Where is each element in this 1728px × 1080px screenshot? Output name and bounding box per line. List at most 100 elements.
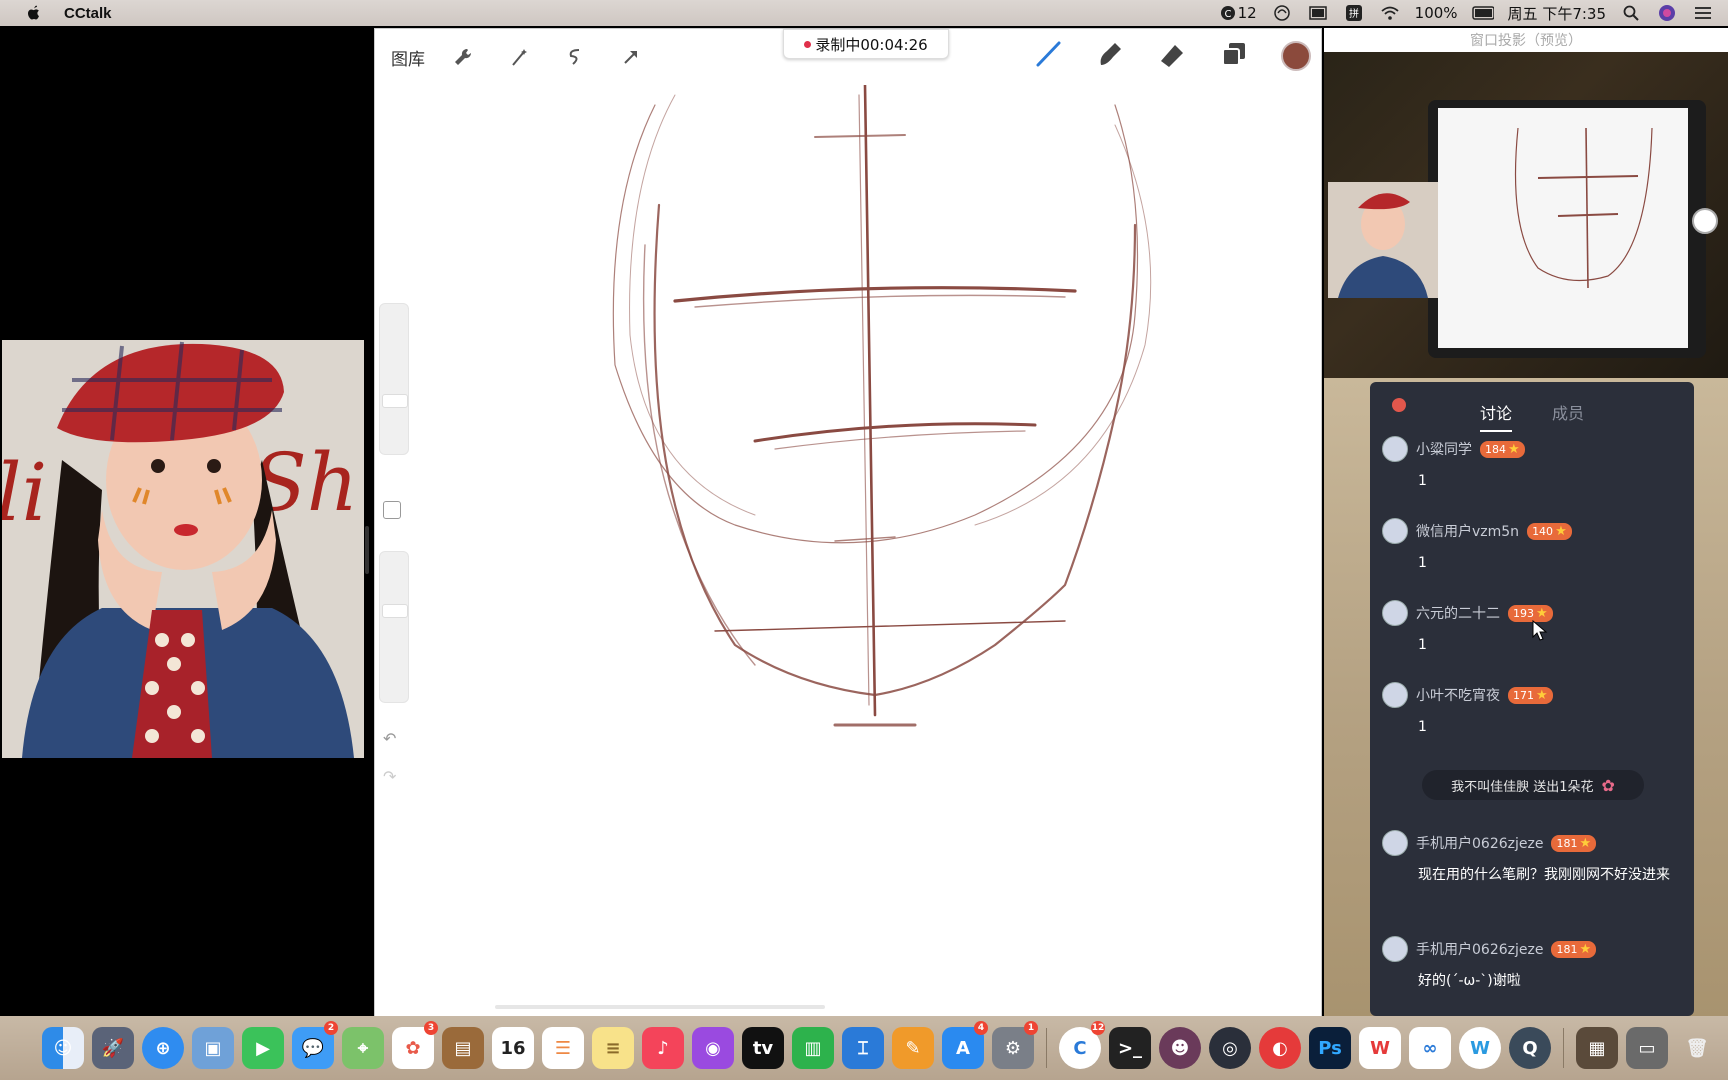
notebook-icon[interactable]: ▤ xyxy=(442,1027,484,1069)
gift-notification: 我不叫佳佳腴 送出1朵花 ✿ xyxy=(1422,770,1644,800)
wrench-icon[interactable] xyxy=(445,39,481,75)
baidu-netdisk-icon[interactable]: ∞ xyxy=(1409,1027,1451,1069)
preview-slider-knob[interactable] xyxy=(1692,208,1718,234)
finder-icon[interactable]: ☺ xyxy=(42,1027,84,1069)
cctalk-icon[interactable]: C 12 xyxy=(1059,1021,1105,1069)
podcasts-icon[interactable]: ◉ xyxy=(692,1027,734,1069)
safari-icon[interactable]: ⊕ xyxy=(142,1027,184,1069)
user-name[interactable]: 六元的二十二 xyxy=(1416,603,1500,623)
procreate-canvas-window: 图库 录制中00:04:26 ↶ ↷ xyxy=(374,28,1322,1018)
user-avatar[interactable] xyxy=(1382,518,1408,544)
obs-icon[interactable]: ◎ xyxy=(1209,1027,1251,1069)
preview-ipad xyxy=(1428,100,1706,358)
layers-icon[interactable] xyxy=(1219,39,1249,73)
downloads-folder-icon[interactable]: ▦ xyxy=(1576,1027,1618,1069)
level-badge: 181 ★ xyxy=(1551,940,1597,958)
tab-members[interactable]: 成员 xyxy=(1552,400,1584,424)
user-name[interactable]: 小叶不吃宵夜 xyxy=(1416,685,1500,705)
preview-reference-photo xyxy=(1328,182,1438,298)
message-text: 1 xyxy=(1418,719,1427,735)
trash-icon[interactable]: 🗑 xyxy=(1676,1027,1718,1069)
window-projection-preview xyxy=(1324,52,1728,378)
photos-icon[interactable]: ✿ 3 xyxy=(392,1021,438,1069)
user-avatar[interactable] xyxy=(1382,600,1408,626)
recording-timer-badge[interactable]: 录制中00:04:26 xyxy=(783,29,949,59)
spotlight-search-icon[interactable] xyxy=(1620,4,1642,22)
gallery-button[interactable]: 图库 xyxy=(391,45,425,70)
notes-icon[interactable]: ≡ xyxy=(592,1027,634,1069)
user-avatar[interactable] xyxy=(1382,682,1408,708)
numbers-icon[interactable]: ▥ xyxy=(792,1027,834,1069)
sync-icon[interactable] xyxy=(1271,4,1293,22)
messages-icon[interactable]: 💬 2 xyxy=(292,1021,338,1069)
flower-icon: ✿ xyxy=(1601,775,1615,795)
tab-discussion[interactable]: 讨论 xyxy=(1479,400,1513,432)
user-avatar[interactable] xyxy=(1382,830,1408,856)
wps-icon[interactable]: W xyxy=(1359,1027,1401,1069)
pages-icon[interactable]: ✎ xyxy=(892,1027,934,1069)
apple-tv-icon[interactable]: tv xyxy=(742,1027,784,1069)
preview-app-icon[interactable]: ▣ xyxy=(192,1027,234,1069)
user-name[interactable]: 小粱同学 xyxy=(1416,439,1472,459)
screenshots-folder-icon[interactable]: ▭ xyxy=(1626,1027,1668,1069)
star-icon: ★ xyxy=(1579,835,1592,851)
word-app-icon[interactable]: W xyxy=(1459,1027,1501,1069)
maps-icon[interactable]: ⌖ xyxy=(342,1027,384,1069)
camera-panel: li Sh xyxy=(0,26,372,1016)
input-method-icon[interactable]: 拼 xyxy=(1343,4,1365,22)
appstore-badge: 4 xyxy=(974,1021,988,1035)
reference-photo: li Sh xyxy=(2,340,364,758)
launchpad-icon[interactable]: 🚀 xyxy=(92,1027,134,1069)
facetime-icon[interactable]: ▶ xyxy=(242,1027,284,1069)
message-text: 现在用的什么笔刷？我刚刚网不好没进来 xyxy=(1418,867,1670,883)
window-projection-title: 窗口投影（预览） xyxy=(1324,28,1728,52)
dock-separator xyxy=(1563,1028,1564,1068)
procreate-toolbar: 图库 录制中00:04:26 xyxy=(375,29,1321,85)
preview-ipad-screen xyxy=(1438,108,1688,348)
smudge-icon[interactable] xyxy=(1095,39,1125,73)
netease-music-icon[interactable]: ◐ xyxy=(1259,1027,1301,1069)
terminal-icon[interactable]: >_ xyxy=(1109,1027,1151,1069)
transform-arrow-icon[interactable] xyxy=(613,39,649,75)
message-text: 好的(´-ω-`)谢啦 xyxy=(1418,973,1521,989)
battery-icon[interactable] xyxy=(1471,4,1494,22)
keynote-icon[interactable]: ⌶ xyxy=(842,1027,884,1069)
display-icon[interactable] xyxy=(1307,4,1329,22)
control-center-icon[interactable] xyxy=(1692,4,1714,22)
siri-icon[interactable] xyxy=(1656,4,1678,22)
chat-tabs: 讨论 成员 xyxy=(1370,400,1694,432)
photos-badge: 3 xyxy=(424,1021,438,1035)
apple-menu-icon[interactable] xyxy=(24,3,44,23)
menu-bar: CCtalk C 12 拼 100% 周五 下午7:35 xyxy=(0,0,1728,26)
star-icon: ★ xyxy=(1536,687,1548,703)
calendar-icon[interactable]: 16 xyxy=(492,1027,534,1069)
panel-resize-handle[interactable] xyxy=(365,526,369,574)
user-name[interactable]: 微信用户vzm5n xyxy=(1416,521,1519,541)
user-name[interactable]: 手机用户0626zjeze xyxy=(1416,939,1543,959)
eraser-icon[interactable] xyxy=(1157,39,1187,73)
messages-badge: 2 xyxy=(324,1021,338,1035)
color-picker-swatch[interactable] xyxy=(1281,41,1311,71)
calendar-day: 16 xyxy=(500,1037,526,1059)
wifi-icon[interactable] xyxy=(1379,4,1401,22)
face-sketch-drawing[interactable] xyxy=(375,85,1321,985)
brush-icon[interactable] xyxy=(1033,39,1063,73)
app-store-icon[interactable]: A4 xyxy=(942,1021,988,1069)
selection-icon[interactable] xyxy=(557,39,593,75)
user-avatar[interactable] xyxy=(1382,936,1408,962)
photoshop-icon[interactable]: Ps xyxy=(1309,1027,1351,1069)
clock[interactable]: 周五 下午7:35 xyxy=(1508,3,1606,24)
reminders-icon[interactable]: ☰ xyxy=(542,1027,584,1069)
avatar-app-icon[interactable]: ☻ xyxy=(1159,1027,1201,1069)
magic-wand-icon[interactable] xyxy=(501,39,537,75)
user-avatar[interactable] xyxy=(1382,436,1408,462)
message-text: 1 xyxy=(1418,555,1427,571)
cctalk-status-icon[interactable]: C 12 xyxy=(1220,4,1257,22)
music-icon[interactable]: ♪ xyxy=(642,1027,684,1069)
user-name[interactable]: 手机用户0626zjeze xyxy=(1416,833,1543,853)
canvas-scroll-indicator[interactable] xyxy=(495,1005,825,1009)
system-preferences-icon[interactable]: ⚙ 1 xyxy=(992,1021,1038,1069)
quicktime-icon[interactable]: Q xyxy=(1509,1027,1551,1069)
level-value: 140 xyxy=(1532,524,1554,538)
app-name[interactable]: CCtalk xyxy=(64,5,112,22)
